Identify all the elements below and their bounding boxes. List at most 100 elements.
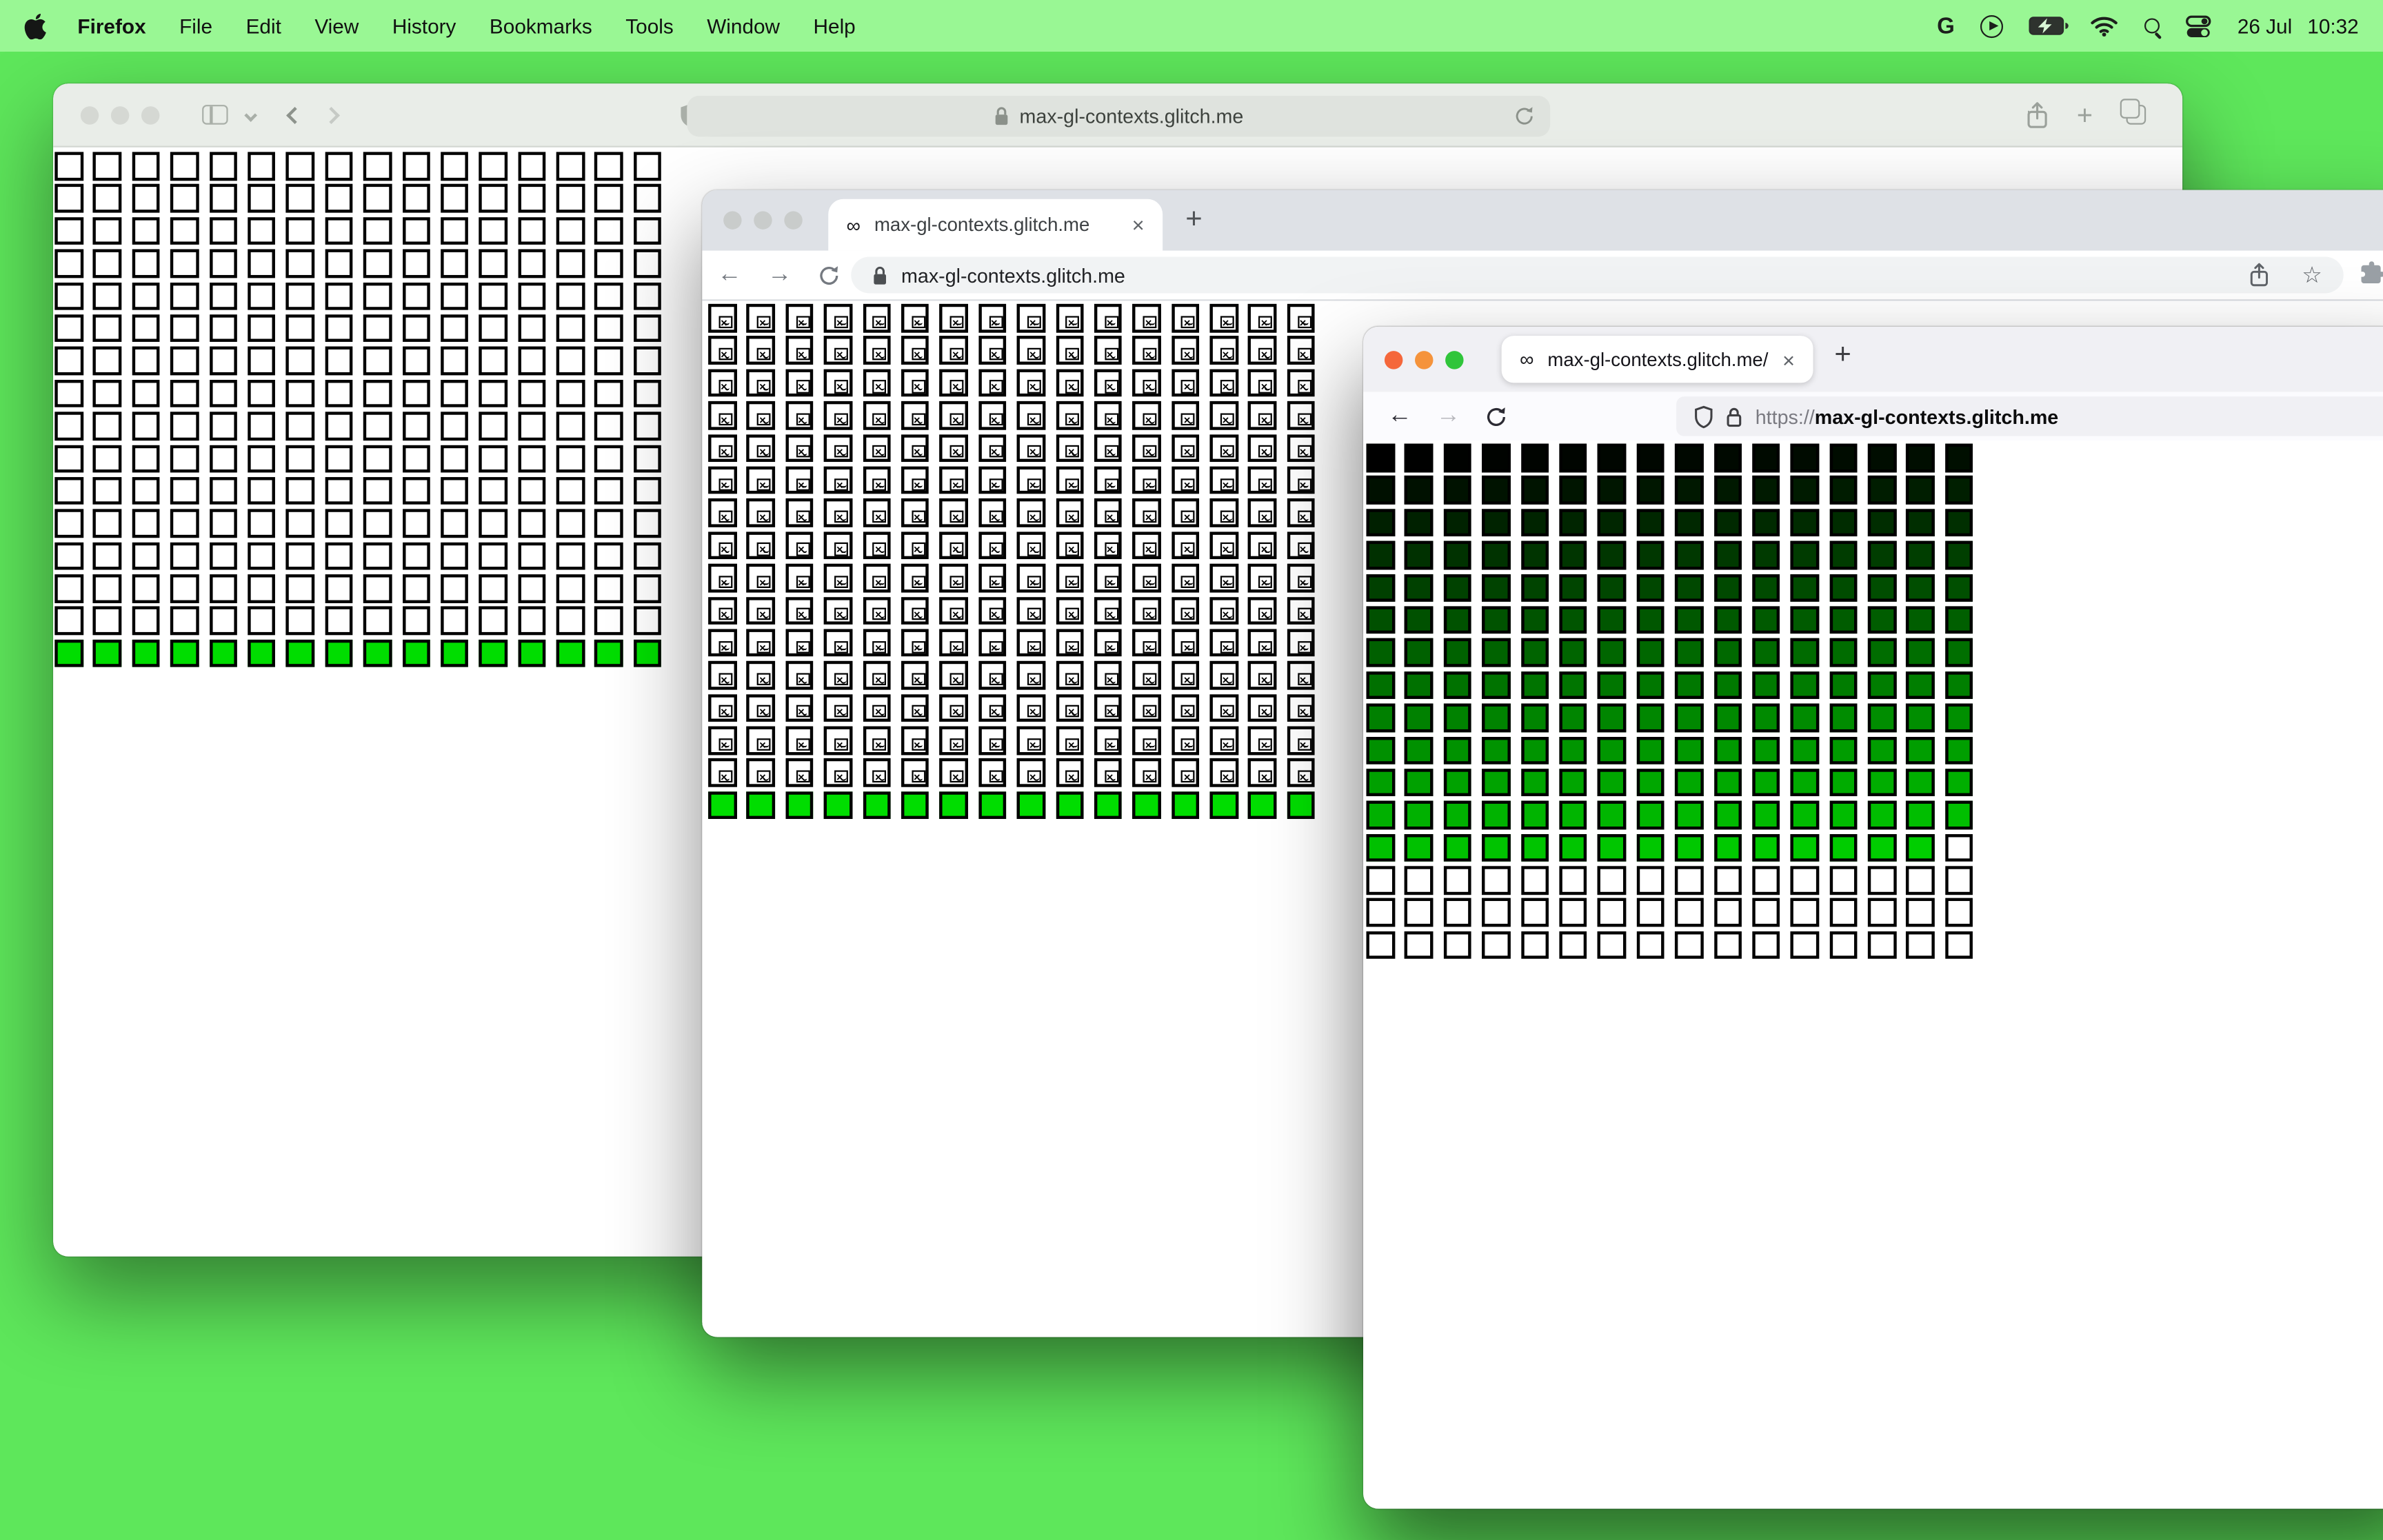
play-menu-icon[interactable] <box>1980 14 2004 38</box>
menu-app-name[interactable]: Firefox <box>77 14 145 37</box>
minimize-button[interactable] <box>110 105 130 124</box>
zoom-button[interactable] <box>1445 350 1464 369</box>
reload-icon[interactable] <box>1514 104 1535 127</box>
broken-image-icon: × <box>1258 347 1273 361</box>
share-icon[interactable] <box>2027 101 2049 129</box>
new-tab-button[interactable]: + <box>1185 203 1202 236</box>
gl-canvas-cell: × <box>939 336 968 365</box>
google-menu-icon[interactable]: G <box>1937 13 1955 39</box>
gl-canvas-cell <box>1559 931 1588 960</box>
gl-canvas-cell: × <box>901 466 929 495</box>
menu-history[interactable]: History <box>392 14 456 37</box>
menu-view[interactable]: View <box>314 14 359 37</box>
reload-icon[interactable] <box>818 263 841 286</box>
close-button[interactable] <box>1384 350 1403 369</box>
gl-canvas-cell <box>1482 931 1511 960</box>
lock-icon[interactable] <box>1727 407 1742 427</box>
sidebar-icon[interactable] <box>202 105 228 125</box>
gl-canvas-cell <box>1598 574 1627 602</box>
back-icon[interactable]: ← <box>1387 403 1411 430</box>
gl-canvas-cell: × <box>1287 596 1316 625</box>
gl-canvas-cell <box>1559 574 1588 602</box>
wifi-icon[interactable] <box>2090 15 2119 37</box>
menu-tools[interactable]: Tools <box>625 14 673 37</box>
gl-canvas-cell: × <box>1287 434 1316 463</box>
menu-help[interactable]: Help <box>814 14 856 37</box>
gl-canvas-cell <box>1791 866 1819 895</box>
gl-canvas-cell <box>1752 833 1780 862</box>
gl-canvas-cell: × <box>939 531 968 560</box>
gl-canvas-cell <box>1366 606 1395 635</box>
broken-image-icon: × <box>949 543 964 556</box>
menu-date[interactable]: 26 Jul <box>2238 14 2292 37</box>
minimize-button[interactable] <box>1415 350 1434 369</box>
gl-canvas-cell <box>209 152 237 181</box>
gl-canvas-cell <box>1482 574 1511 602</box>
broken-image-icon: × <box>911 705 925 718</box>
menu-edit[interactable]: Edit <box>246 14 281 37</box>
tab-overview-icon[interactable] <box>2120 99 2146 125</box>
gl-canvas-cell <box>1675 541 1703 569</box>
broken-image-icon: × <box>1181 478 1196 491</box>
close-button[interactable] <box>723 211 742 230</box>
share-icon[interactable] <box>2249 263 2269 287</box>
menu-window[interactable]: Window <box>707 14 780 37</box>
forward-icon[interactable]: → <box>767 261 792 289</box>
forward-icon[interactable]: → <box>1436 403 1460 430</box>
new-tab-icon[interactable]: + <box>2077 101 2093 129</box>
zoom-button[interactable] <box>141 105 160 124</box>
battery-charging-icon[interactable] <box>2029 17 2069 35</box>
chrome-address-bar[interactable]: max-gl-contexts.glitch.me ☆ <box>851 256 2344 294</box>
gl-canvas-cell <box>517 216 546 245</box>
back-icon[interactable] <box>286 105 304 123</box>
gl-canvas-cell: × <box>1016 531 1045 560</box>
gl-canvas-cell <box>93 607 122 636</box>
gl-canvas-cell: × <box>1171 466 1200 495</box>
gl-canvas-cell: × <box>1209 758 1238 787</box>
bookmark-star-icon[interactable]: ☆ <box>2302 263 2322 286</box>
gl-canvas-cell <box>286 476 314 505</box>
gl-canvas-cell: × <box>978 336 1007 365</box>
menu-bar: Firefox File Edit View History Bookmarks Tool… <box>0 0 2383 52</box>
close-tab-icon[interactable]: × <box>1782 347 1795 372</box>
new-tab-button[interactable]: + <box>1834 339 1851 372</box>
control-center-icon[interactable] <box>2186 14 2211 37</box>
gl-canvas-cell <box>325 249 353 278</box>
broken-image-icon: × <box>911 770 925 783</box>
extensions-puzzle-icon[interactable] <box>2359 261 2383 287</box>
gl-canvas-cell <box>1829 541 1858 569</box>
gl-canvas-cell <box>363 152 392 181</box>
menu-file[interactable]: File <box>179 14 212 37</box>
forward-icon[interactable] <box>323 105 340 123</box>
safari-address-bar[interactable]: max-gl-contexts.glitch.me <box>687 94 1551 136</box>
broken-image-icon: × <box>718 315 732 328</box>
menu-bookmarks[interactable]: Bookmarks <box>490 14 592 37</box>
gl-canvas-cell: × <box>1094 498 1123 527</box>
tracking-shield-icon[interactable] <box>1695 405 1713 428</box>
apple-menu-icon[interactable] <box>24 12 47 39</box>
gl-canvas-cell <box>1829 931 1858 960</box>
gl-canvas-cell <box>1482 606 1511 635</box>
tab-max-gl-contexts[interactable]: ∞ max-gl-contexts.glitch.me/ × <box>1501 336 1813 383</box>
firefox-address-bar[interactable]: https://max-gl-contexts.glitch.me <box>1676 396 2383 436</box>
close-button[interactable] <box>80 105 99 124</box>
back-icon[interactable]: ← <box>717 261 741 289</box>
chrome-toolbar: ← → max-gl-contexts.glitch.me ☆ <box>702 250 2383 300</box>
firefox-window[interactable]: ∞ max-gl-contexts.glitch.me/ × + ← → htt… <box>1363 326 2383 1509</box>
broken-image-icon: × <box>949 445 964 458</box>
gl-canvas-cell: × <box>1248 336 1277 365</box>
minimize-button[interactable] <box>754 211 772 230</box>
broken-image-icon: × <box>1220 347 1234 361</box>
chevron-down-icon[interactable] <box>244 108 258 121</box>
gl-canvas-cell: × <box>1287 629 1316 658</box>
zoom-button[interactable] <box>784 211 803 230</box>
search-icon[interactable] <box>2144 18 2160 34</box>
tab-max-gl-contexts[interactable]: ∞ max-gl-contexts.glitch.me × <box>828 199 1163 251</box>
gl-canvas-cell: × <box>1016 434 1045 463</box>
close-tab-icon[interactable]: × <box>1132 213 1145 237</box>
broken-image-icon: × <box>1143 770 1157 783</box>
reload-icon[interactable] <box>1485 405 1507 427</box>
menu-time[interactable]: 10:32 <box>2307 14 2358 37</box>
gl-canvas-cell <box>209 542 237 570</box>
gl-canvas-cell: × <box>862 336 891 365</box>
